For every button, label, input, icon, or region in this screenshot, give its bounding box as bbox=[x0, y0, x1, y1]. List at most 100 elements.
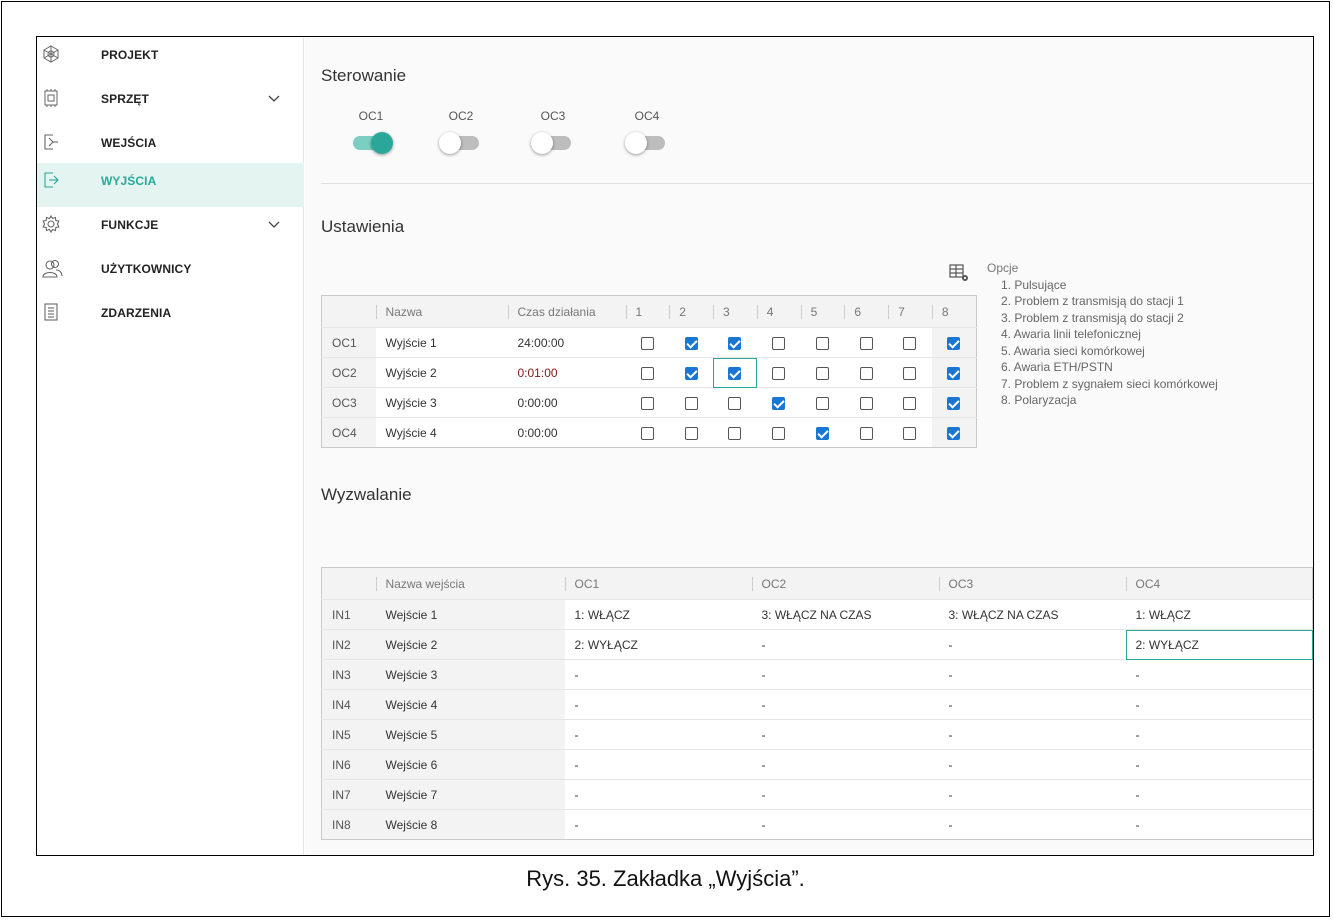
option-checkbox[interactable] bbox=[640, 336, 654, 350]
trigger-value-cell[interactable]: - bbox=[938, 779, 1126, 810]
trigger-value-cell[interactable]: - bbox=[938, 719, 1126, 750]
trigger-value-cell[interactable]: - bbox=[938, 629, 1126, 660]
trigger-value-cell[interactable]: - bbox=[751, 809, 939, 840]
trigger-value-cell[interactable]: - bbox=[564, 779, 752, 810]
trigger-value-cell[interactable]: - bbox=[564, 749, 752, 780]
trigger-value-cell[interactable]: - bbox=[1125, 659, 1313, 690]
option-checkbox[interactable] bbox=[859, 336, 873, 350]
option-checkbox[interactable] bbox=[859, 396, 873, 410]
trigger-value-cell[interactable]: 3: WŁĄCZ NA CZAS bbox=[938, 599, 1126, 630]
trigger-value-cell[interactable]: - bbox=[1125, 779, 1313, 810]
option-checkbox[interactable] bbox=[947, 366, 961, 380]
trigger-value-cell[interactable]: - bbox=[564, 719, 752, 750]
option-checkbox[interactable] bbox=[684, 336, 698, 350]
sidebar-item-projekt[interactable]: PROJEKT bbox=[37, 37, 304, 81]
trigger-value-cell[interactable]: 3: WŁĄCZ NA CZAS bbox=[751, 599, 939, 630]
sidebar-item-wyjscia[interactable]: WYJŚCIA bbox=[37, 163, 304, 207]
option-checkbox[interactable] bbox=[728, 336, 742, 350]
option-checkbox[interactable] bbox=[859, 426, 873, 440]
output-name-cell[interactable]: Wyjście 3 bbox=[375, 387, 508, 418]
option-checkbox[interactable] bbox=[947, 336, 961, 350]
trigger-value-cell[interactable]: - bbox=[564, 689, 752, 720]
option-checkbox[interactable] bbox=[728, 426, 742, 440]
options-legend-item: 6. Awaria ETH/PSTN bbox=[1001, 360, 1113, 374]
sidebar-item-uzytkownicy[interactable]: UŻYTKOWNICY bbox=[37, 251, 304, 295]
trigger-value-cell[interactable]: 1: WŁĄCZ bbox=[564, 599, 752, 630]
trigger-value-cell[interactable]: 2: WYŁĄCZ bbox=[1125, 629, 1313, 660]
trigger-value-cell[interactable]: - bbox=[564, 659, 752, 690]
option-checkbox[interactable] bbox=[815, 426, 829, 440]
option-checkbox[interactable] bbox=[815, 396, 829, 410]
option-checkbox[interactable] bbox=[947, 426, 961, 440]
chevron-down-icon[interactable] bbox=[267, 217, 281, 231]
trigger-value-cell[interactable]: - bbox=[1125, 689, 1313, 720]
trigger-value-cell[interactable]: - bbox=[751, 719, 939, 750]
trigger-value-cell[interactable]: 1: WŁĄCZ bbox=[1125, 599, 1313, 630]
sidebar-item-label: ZDARZENIA bbox=[101, 306, 172, 320]
duration-cell[interactable]: 0:00:00 bbox=[507, 387, 626, 418]
trigger-value-cell[interactable]: - bbox=[938, 659, 1126, 690]
output-toggle-oc3[interactable] bbox=[531, 132, 573, 154]
option-cell bbox=[669, 387, 714, 418]
trigger-value-cell[interactable]: - bbox=[938, 689, 1126, 720]
option-checkbox[interactable] bbox=[947, 396, 961, 410]
sidebar-item-label: FUNKCJE bbox=[101, 218, 159, 232]
option-checkbox[interactable] bbox=[903, 396, 917, 410]
trigger-value-cell[interactable]: - bbox=[751, 689, 939, 720]
trigger-value-cell[interactable]: - bbox=[1125, 809, 1313, 840]
option-checkbox[interactable] bbox=[728, 366, 742, 380]
output-name-cell[interactable]: Wyjście 2 bbox=[375, 357, 508, 388]
chevron-down-icon[interactable] bbox=[267, 91, 281, 105]
trigger-value-cell[interactable]: 2: WYŁĄCZ bbox=[564, 629, 752, 660]
option-checkbox[interactable] bbox=[772, 426, 786, 440]
options-legend-item: 2. Problem z transmisją do stacji 1 bbox=[1001, 294, 1184, 308]
option-checkbox[interactable] bbox=[903, 366, 917, 380]
option-checkbox[interactable] bbox=[684, 366, 698, 380]
trigger-value-cell[interactable]: - bbox=[751, 749, 939, 780]
sidebar-item-funkcje[interactable]: FUNKCJE bbox=[37, 207, 304, 251]
trigger-value-cell[interactable]: - bbox=[751, 779, 939, 810]
option-checkbox[interactable] bbox=[859, 366, 873, 380]
option-checkbox[interactable] bbox=[772, 336, 786, 350]
option-checkbox[interactable] bbox=[815, 366, 829, 380]
option-checkbox[interactable] bbox=[903, 426, 917, 440]
output-name-cell[interactable]: Wyjście 4 bbox=[375, 417, 508, 448]
option-checkbox[interactable] bbox=[640, 426, 654, 440]
table-settings-icon[interactable] bbox=[948, 263, 970, 283]
column-header: Czas działania bbox=[507, 295, 626, 328]
sidebar-item-zdarzenia[interactable]: ZDARZENIA bbox=[37, 295, 304, 339]
trigger-value-cell[interactable]: - bbox=[938, 809, 1126, 840]
duration-cell[interactable]: 0:01:00 bbox=[507, 357, 626, 388]
output-name-cell[interactable]: Wyjście 1 bbox=[375, 327, 508, 358]
trigger-value-cell[interactable]: - bbox=[751, 659, 939, 690]
column-header: Nazwa bbox=[375, 295, 508, 328]
sidebar: PROJEKT SPRZĘT WEJŚCIA WYJŚCIA FUNKCJE U… bbox=[37, 37, 304, 855]
duration-cell[interactable]: 0:00:00 bbox=[507, 417, 626, 448]
output-toggle-oc4[interactable] bbox=[625, 132, 667, 154]
option-checkbox[interactable] bbox=[684, 426, 698, 440]
trigger-value-cell[interactable]: - bbox=[564, 809, 752, 840]
table-row: IN7 Wejście 7---- bbox=[321, 779, 1313, 810]
option-checkbox[interactable] bbox=[903, 336, 917, 350]
trigger-value-cell[interactable]: - bbox=[1125, 749, 1313, 780]
option-cell bbox=[756, 327, 801, 358]
option-checkbox[interactable] bbox=[772, 366, 786, 380]
option-checkbox[interactable] bbox=[772, 396, 786, 410]
option-checkbox[interactable] bbox=[815, 336, 829, 350]
option-checkbox[interactable] bbox=[640, 396, 654, 410]
trigger-value-cell[interactable]: - bbox=[938, 749, 1126, 780]
duration-cell[interactable]: 24:00:00 bbox=[507, 327, 626, 358]
users-icon bbox=[42, 259, 63, 278]
option-checkbox[interactable] bbox=[728, 396, 742, 410]
output-toggle-oc2[interactable] bbox=[439, 132, 481, 154]
trigger-value-cell[interactable]: - bbox=[751, 629, 939, 660]
option-checkbox[interactable] bbox=[684, 396, 698, 410]
column-header: 6 bbox=[844, 295, 889, 328]
option-cell bbox=[844, 327, 889, 358]
option-cell bbox=[713, 327, 757, 358]
option-checkbox[interactable] bbox=[640, 366, 654, 380]
sidebar-item-sprzet[interactable]: SPRZĘT bbox=[37, 81, 304, 125]
trigger-value-cell[interactable]: - bbox=[1125, 719, 1313, 750]
options-legend-title: Opcje bbox=[987, 261, 1019, 275]
output-toggle-oc1[interactable] bbox=[351, 132, 393, 154]
